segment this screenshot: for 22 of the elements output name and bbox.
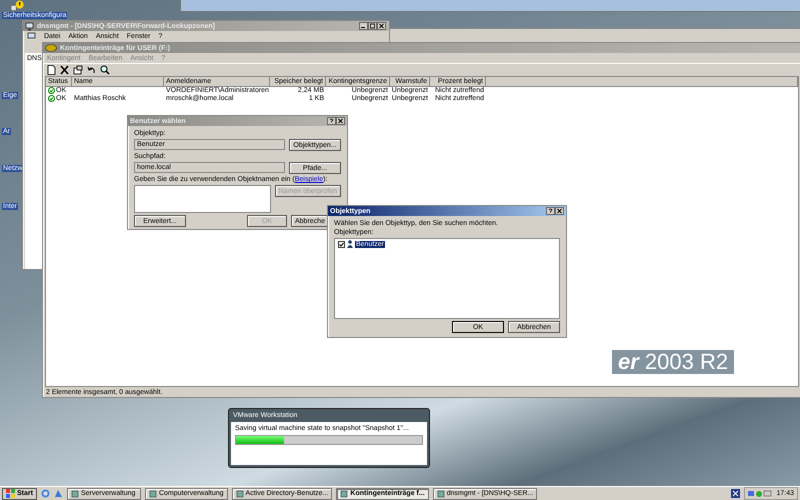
new-document-icon[interactable] bbox=[47, 65, 56, 75]
browser-icon[interactable] bbox=[40, 489, 50, 498]
search-icon[interactable] bbox=[100, 65, 110, 75]
application-icon bbox=[148, 490, 157, 498]
application-icon bbox=[70, 490, 79, 498]
disk-icon bbox=[45, 44, 57, 52]
windows-logo-icon bbox=[6, 489, 15, 498]
computer-icon bbox=[27, 32, 36, 40]
help-close-icon[interactable] bbox=[546, 207, 564, 215]
properties-icon[interactable] bbox=[73, 65, 83, 75]
object-names-field[interactable] bbox=[134, 185, 271, 213]
user-icon bbox=[347, 240, 353, 248]
undo-icon[interactable] bbox=[87, 65, 96, 75]
application-icon bbox=[236, 490, 244, 498]
tray-icons-icon[interactable] bbox=[748, 490, 772, 498]
computer-icon bbox=[25, 22, 34, 30]
checkbox[interactable] bbox=[338, 240, 345, 248]
application-icon bbox=[340, 490, 348, 498]
os-logo-text: er 2003 R2 bbox=[612, 350, 734, 374]
application-icon bbox=[436, 490, 445, 498]
app-tray-icon[interactable] bbox=[731, 489, 740, 498]
delete-icon[interactable] bbox=[60, 65, 69, 75]
